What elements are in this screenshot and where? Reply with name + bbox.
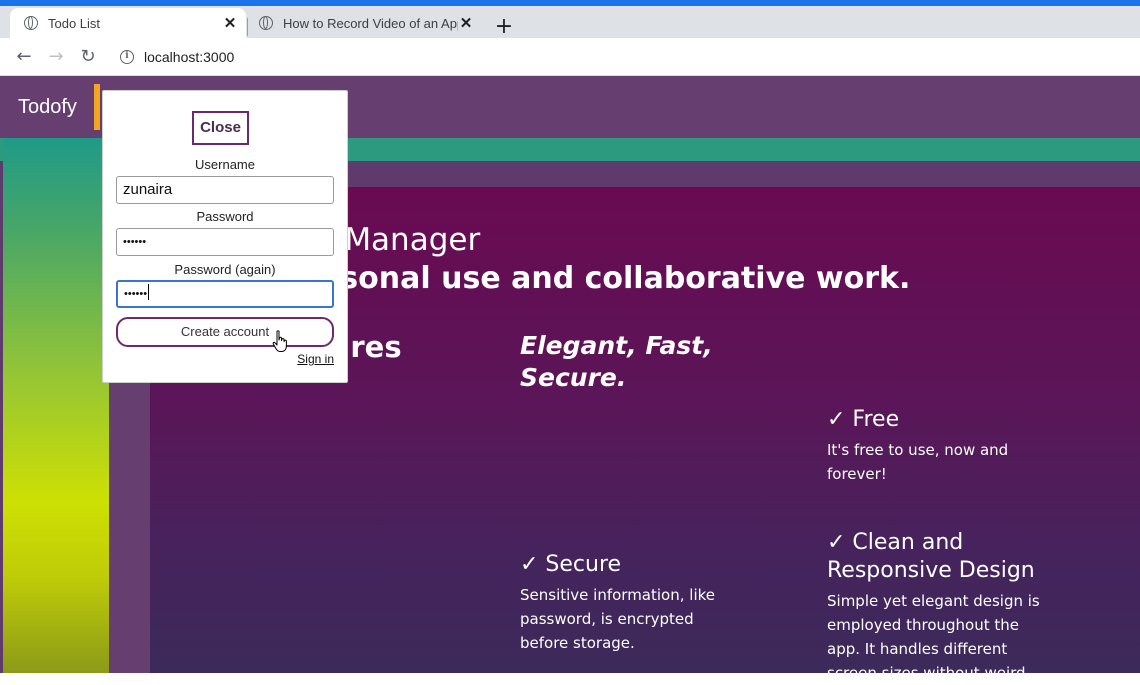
password-value: •••••• <box>123 236 147 248</box>
feature-title: ✓ Clean and Responsive Design <box>827 530 1035 583</box>
forward-icon[interactable]: → <box>43 44 69 70</box>
url-text[interactable]: localhost:3000 <box>144 49 234 65</box>
address-bar[interactable]: i localhost:3000 <box>110 42 1140 72</box>
globe-icon <box>24 16 38 30</box>
back-icon[interactable]: ← <box>11 44 37 70</box>
globe-icon <box>259 16 273 30</box>
feature-clean-design: ✓ Clean and Responsive Design Simple yet… <box>827 529 1047 685</box>
close-tab-icon[interactable]: ✕ <box>222 14 238 32</box>
browser-toolbar: ← → ↻ i localhost:3000 <box>0 38 1140 76</box>
close-button[interactable]: Close <box>192 111 249 145</box>
info-icon[interactable]: i <box>120 50 134 64</box>
feature-body: Simple yet elegant design is employed th… <box>827 592 1040 682</box>
hand-cursor-icon <box>272 330 287 352</box>
tab-todo-list[interactable]: Todo List ✕ <box>10 8 246 38</box>
close-tab-icon[interactable]: ✕ <box>458 14 474 32</box>
password-input[interactable]: •••••• <box>116 228 334 256</box>
reload-icon[interactable]: ↻ <box>75 44 101 70</box>
sign-in-link[interactable]: Sign in <box>297 352 334 366</box>
navbar-accent-bar <box>94 84 100 130</box>
feature-free: ✓ Free It's free to use, now and forever… <box>827 406 1042 486</box>
username-value: zunaira <box>123 181 173 198</box>
password-label: Password <box>196 209 254 224</box>
features-tagline: Elegant, Fast, Secure. <box>520 331 713 392</box>
brand-logo-text[interactable]: Todofy <box>18 96 77 119</box>
username-input[interactable]: zunaira <box>116 176 334 204</box>
tab-separator <box>247 18 248 36</box>
username-label: Username <box>195 157 255 172</box>
create-account-button[interactable]: Create account <box>116 317 334 347</box>
password-again-label: Password (again) <box>174 262 276 277</box>
tab-title: Todo List <box>48 15 101 31</box>
new-tab-icon[interactable]: + <box>491 14 517 40</box>
text-caret <box>148 284 150 300</box>
feature-title: ✓ Secure <box>520 552 622 577</box>
tab-strip: Todo List ✕ How to Record Video of an Ap… <box>0 6 1140 40</box>
password-again-value: •••••• <box>124 288 148 300</box>
password-again-input[interactable]: •••••• <box>116 280 334 308</box>
feature-body: Sensitive information, like password, is… <box>520 586 715 652</box>
feature-title: ✓ Free <box>827 407 900 432</box>
gradient-sidebar <box>3 138 109 673</box>
feature-secure: ✓ Secure Sensitive information, like pas… <box>520 551 735 655</box>
tab-title: How to Record Video of an App <box>283 15 458 31</box>
tab-how-to-record[interactable]: How to Record Video of an App ✕ <box>250 8 482 38</box>
feature-body: It's free to use, now and forever! <box>827 441 1009 483</box>
signup-modal: Close Username zunaira Password •••••• P… <box>102 90 348 383</box>
